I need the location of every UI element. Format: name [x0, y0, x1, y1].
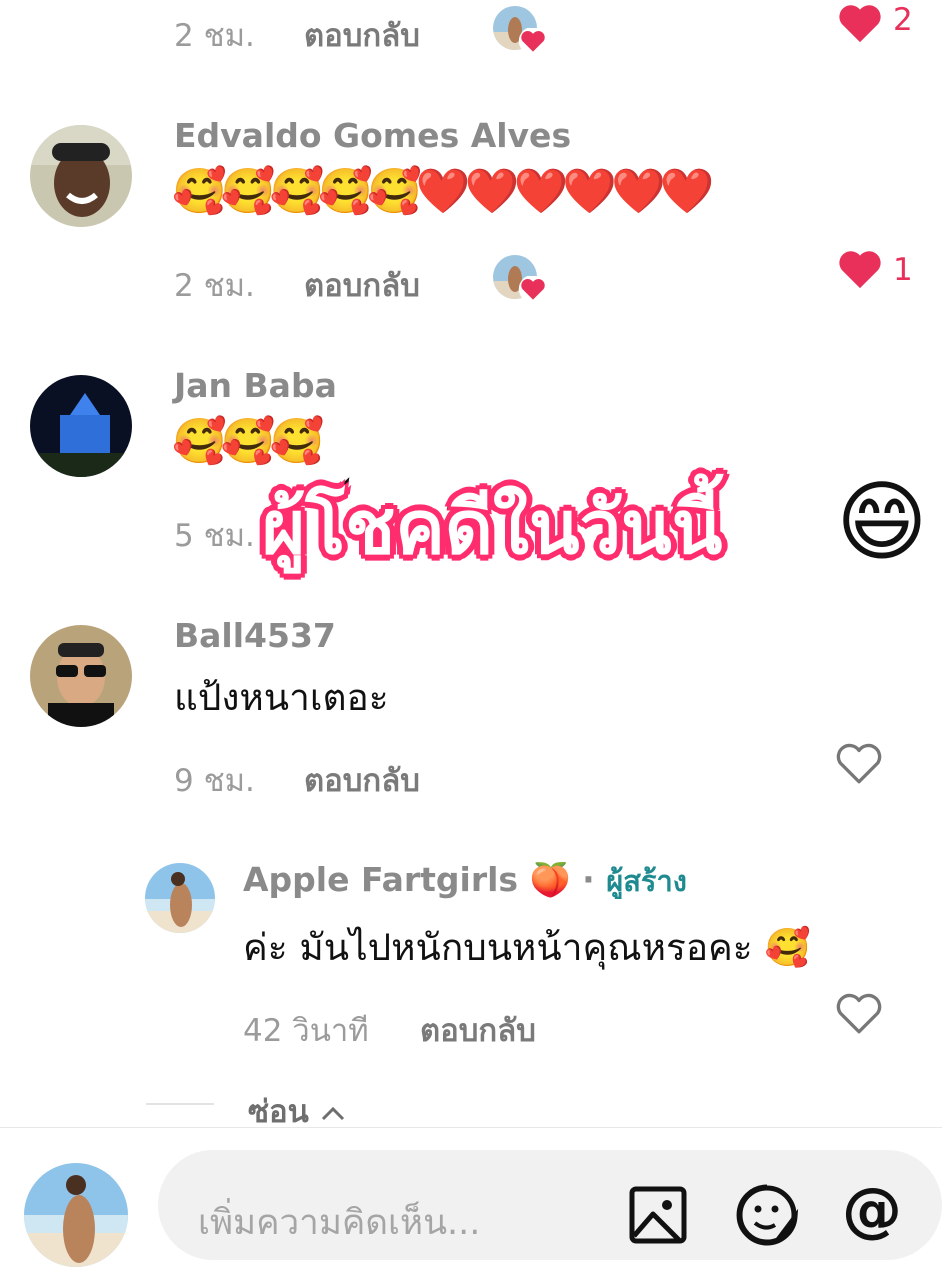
- comment-text: แป้งหนาเตอะ: [174, 676, 389, 719]
- overlay-caption: ผู้โชคดีในวันนี้: [259, 482, 725, 574]
- comment-time: 2 ชม.: [174, 268, 255, 304]
- heart-outline-icon[interactable]: [834, 990, 884, 1036]
- comment-time: 5 ชม.: [174, 518, 255, 554]
- like-count: 1: [893, 252, 913, 288]
- emoji-icon[interactable]: [735, 1183, 799, 1247]
- like-count: 2: [893, 2, 913, 38]
- creator-avatar[interactable]: [145, 863, 215, 933]
- reply-time: 42 วินาที: [243, 1013, 369, 1049]
- chevron-up-icon: [321, 1106, 344, 1120]
- reply-button[interactable]: ตอบกลับ: [304, 10, 420, 60]
- avatar[interactable]: [30, 125, 132, 227]
- peach-emoji: 🍑: [529, 860, 571, 899]
- reply-button[interactable]: ตอบกลับ: [304, 260, 420, 310]
- comment-username[interactable]: Jan Baba: [174, 366, 337, 405]
- reply-emoji: 🥰: [764, 926, 811, 969]
- comment-text: 🥰🥰🥰: [172, 416, 324, 467]
- avatar[interactable]: [30, 625, 132, 727]
- grinning-emoji: 😄: [836, 470, 928, 573]
- thread-divider: [146, 1103, 214, 1105]
- reply-text: ค่ะ มันไปหนักบนหน้าคุณหรอคะ: [243, 926, 753, 969]
- heart-filled-icon[interactable]: [836, 248, 884, 290]
- comment-text: 🥰🥰🥰🥰🥰❤️❤️❤️❤️❤️❤️: [172, 166, 715, 217]
- heart-badge-icon: [518, 28, 548, 54]
- heart-filled-icon[interactable]: [836, 2, 884, 44]
- comment-time: 2 ชม.: [174, 18, 255, 54]
- reply-username-line: Apple Fartgirls 🍑 · ผู้สร้าง: [243, 858, 687, 904]
- reply-username[interactable]: Apple Fartgirls: [243, 860, 518, 899]
- at-icon[interactable]: @: [842, 1175, 902, 1245]
- comment-username[interactable]: Edvaldo Gomes Alves: [174, 116, 571, 155]
- creator-badge: ผู้สร้าง: [606, 864, 687, 898]
- heart-badge-icon: [518, 276, 548, 302]
- avatar[interactable]: [30, 375, 132, 477]
- comment-time: 9 ชม.: [174, 763, 255, 799]
- separator: ·: [582, 860, 595, 899]
- heart-outline-icon[interactable]: [834, 740, 884, 786]
- comment-input-placeholder: เพิ่มความคิดเห็น...: [198, 1203, 481, 1243]
- reply-button[interactable]: ตอบกลับ: [304, 755, 420, 805]
- reply-button[interactable]: ตอบกลับ: [420, 1005, 536, 1055]
- image-icon[interactable]: [629, 1186, 687, 1244]
- current-user-avatar[interactable]: [24, 1163, 128, 1267]
- reply-text-line: ค่ะ มันไปหนักบนหน้าคุณหรอคะ 🥰: [243, 918, 811, 977]
- comment-username[interactable]: Ball4537: [174, 616, 336, 655]
- hide-replies-label: ซ่อน: [248, 1094, 309, 1130]
